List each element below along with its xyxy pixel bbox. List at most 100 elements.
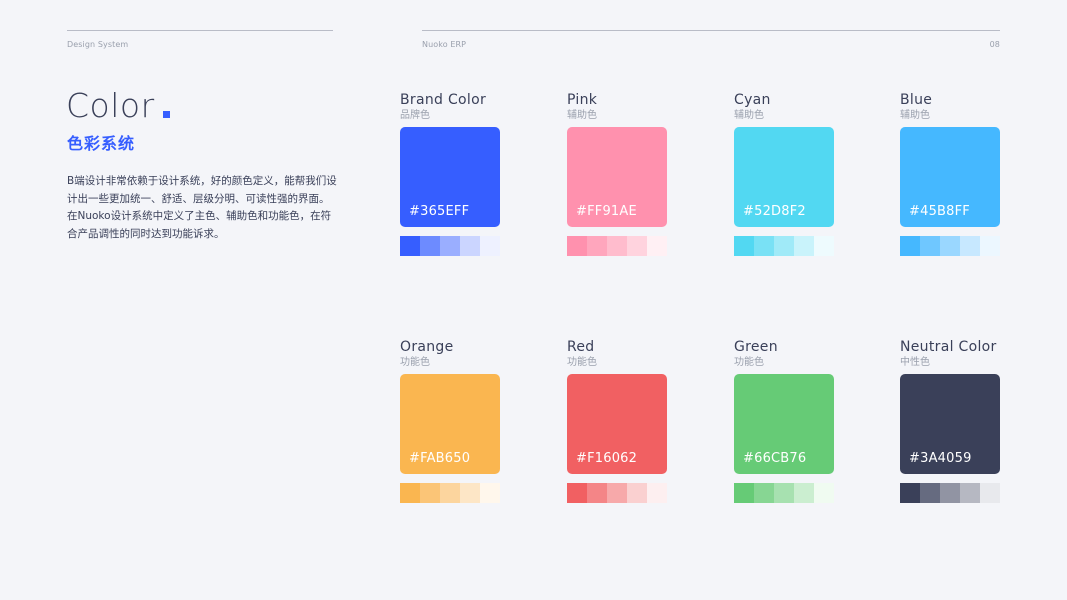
scale-step xyxy=(420,236,440,256)
color-swatch: #365EFF xyxy=(400,127,500,227)
scale-step xyxy=(754,236,774,256)
scale-step xyxy=(460,236,480,256)
scale-step xyxy=(960,236,980,256)
color-swatch: #66CB76 xyxy=(734,374,834,474)
color-name: Green xyxy=(734,339,778,355)
scale-step xyxy=(774,483,794,503)
color-name: Neutral Color xyxy=(900,339,997,355)
scale-step xyxy=(627,236,647,256)
color-card-red: Red 功能色 #F16062 xyxy=(567,339,667,503)
scale-step xyxy=(734,483,754,503)
scale-step xyxy=(627,483,647,503)
description-line: 合产品调性的同时达到功能诉求。 xyxy=(67,227,225,240)
scale-step xyxy=(480,483,500,503)
color-category: 功能色 xyxy=(734,357,764,368)
color-card-pink: Pink 辅助色 #FF91AE xyxy=(567,92,667,256)
color-card-green: Green 功能色 #66CB76 xyxy=(734,339,834,503)
scale-step xyxy=(647,483,667,503)
color-scale xyxy=(900,236,1000,256)
scale-step xyxy=(440,483,460,503)
color-category: 功能色 xyxy=(567,357,597,368)
color-name: Blue xyxy=(900,92,933,108)
color-card-brand: Brand Color 品牌色 #365EFF xyxy=(400,92,500,256)
scale-step xyxy=(960,483,980,503)
color-category: 品牌色 xyxy=(400,110,430,121)
color-swatch: #FF91AE xyxy=(567,127,667,227)
scale-step xyxy=(587,236,607,256)
page-subtitle: 色彩系统 xyxy=(67,134,136,153)
page-number: 08 xyxy=(989,40,1000,49)
color-swatch: #45B8FF xyxy=(900,127,1000,227)
color-name: Brand Color xyxy=(400,92,487,108)
color-name: Cyan xyxy=(734,92,771,108)
color-hex: #365EFF xyxy=(409,204,470,219)
header-rule-left xyxy=(67,30,333,31)
scale-step xyxy=(900,483,920,503)
scale-step xyxy=(607,236,627,256)
scale-step xyxy=(567,483,587,503)
color-scale xyxy=(734,236,834,256)
scale-step xyxy=(440,236,460,256)
color-category: 功能色 xyxy=(400,357,430,368)
scale-step xyxy=(567,236,587,256)
description: B端设计非常依赖于设计系统，好的颜色定义，能帮我们设 计出一些更加统一、舒适、层… xyxy=(67,173,339,243)
color-hex: #52D8F2 xyxy=(743,204,806,219)
scale-step xyxy=(980,236,1000,256)
scale-step xyxy=(607,483,627,503)
color-hex: #FAB650 xyxy=(409,451,471,466)
header-project-label: Nuoko ERP xyxy=(422,40,467,49)
scale-step xyxy=(814,483,834,503)
scale-step xyxy=(587,483,607,503)
header-doc-label: Design System xyxy=(67,40,129,49)
description-line: 在Nuoko设计系统中定义了主色、辅助色和功能色，在符 xyxy=(67,210,332,222)
color-name: Orange xyxy=(400,339,454,355)
scale-step xyxy=(940,236,960,256)
color-hex: #66CB76 xyxy=(743,451,807,466)
color-scale xyxy=(567,483,667,503)
scale-step xyxy=(980,483,1000,503)
scale-step xyxy=(794,236,814,256)
scale-step xyxy=(647,236,667,256)
color-hex: #F16062 xyxy=(576,451,638,466)
color-swatch: #52D8F2 xyxy=(734,127,834,227)
color-scale xyxy=(734,483,834,503)
description-line: B端设计非常依赖于设计系统，好的颜色定义，能帮我们设 xyxy=(67,175,337,187)
color-swatch: #F16062 xyxy=(567,374,667,474)
color-hex: #45B8FF xyxy=(909,204,970,219)
color-category: 辅助色 xyxy=(567,110,597,121)
color-card-neutral: Neutral Color 中性色 #3A4059 xyxy=(900,339,1000,503)
page-title: Color xyxy=(66,86,170,126)
color-scale xyxy=(400,483,500,503)
color-category: 辅助色 xyxy=(900,110,930,121)
color-card-cyan: Cyan 辅助色 #52D8F2 xyxy=(734,92,834,256)
scale-step xyxy=(794,483,814,503)
color-name: Pink xyxy=(567,92,598,108)
scale-step xyxy=(940,483,960,503)
color-swatch: #3A4059 xyxy=(900,374,1000,474)
color-category: 中性色 xyxy=(900,357,930,368)
color-card-orange: Orange 功能色 #FAB650 xyxy=(400,339,500,503)
scale-step xyxy=(920,236,940,256)
scale-step xyxy=(400,483,420,503)
scale-step xyxy=(754,483,774,503)
color-scale xyxy=(567,236,667,256)
scale-step xyxy=(480,236,500,256)
title-accent-dot xyxy=(162,111,170,118)
color-scale xyxy=(400,236,500,256)
color-swatch: #FAB650 xyxy=(400,374,500,474)
color-name: Red xyxy=(567,339,595,355)
scale-step xyxy=(734,236,754,256)
color-card-blue: Blue 辅助色 #45B8FF xyxy=(900,92,1000,256)
color-scale xyxy=(900,483,1000,503)
scale-step xyxy=(920,483,940,503)
color-hex: #FF91AE xyxy=(576,204,637,219)
scale-step xyxy=(460,483,480,503)
header-rule-right xyxy=(422,30,1000,31)
color-category: 辅助色 xyxy=(734,110,764,121)
description-line: 计出一些更加统一、舒适、层级分明、可读性强的界面。 xyxy=(67,192,330,205)
scale-step xyxy=(900,236,920,256)
page-title-text: Color xyxy=(66,86,155,125)
scale-step xyxy=(420,483,440,503)
scale-step xyxy=(400,236,420,256)
color-hex: #3A4059 xyxy=(909,451,972,466)
